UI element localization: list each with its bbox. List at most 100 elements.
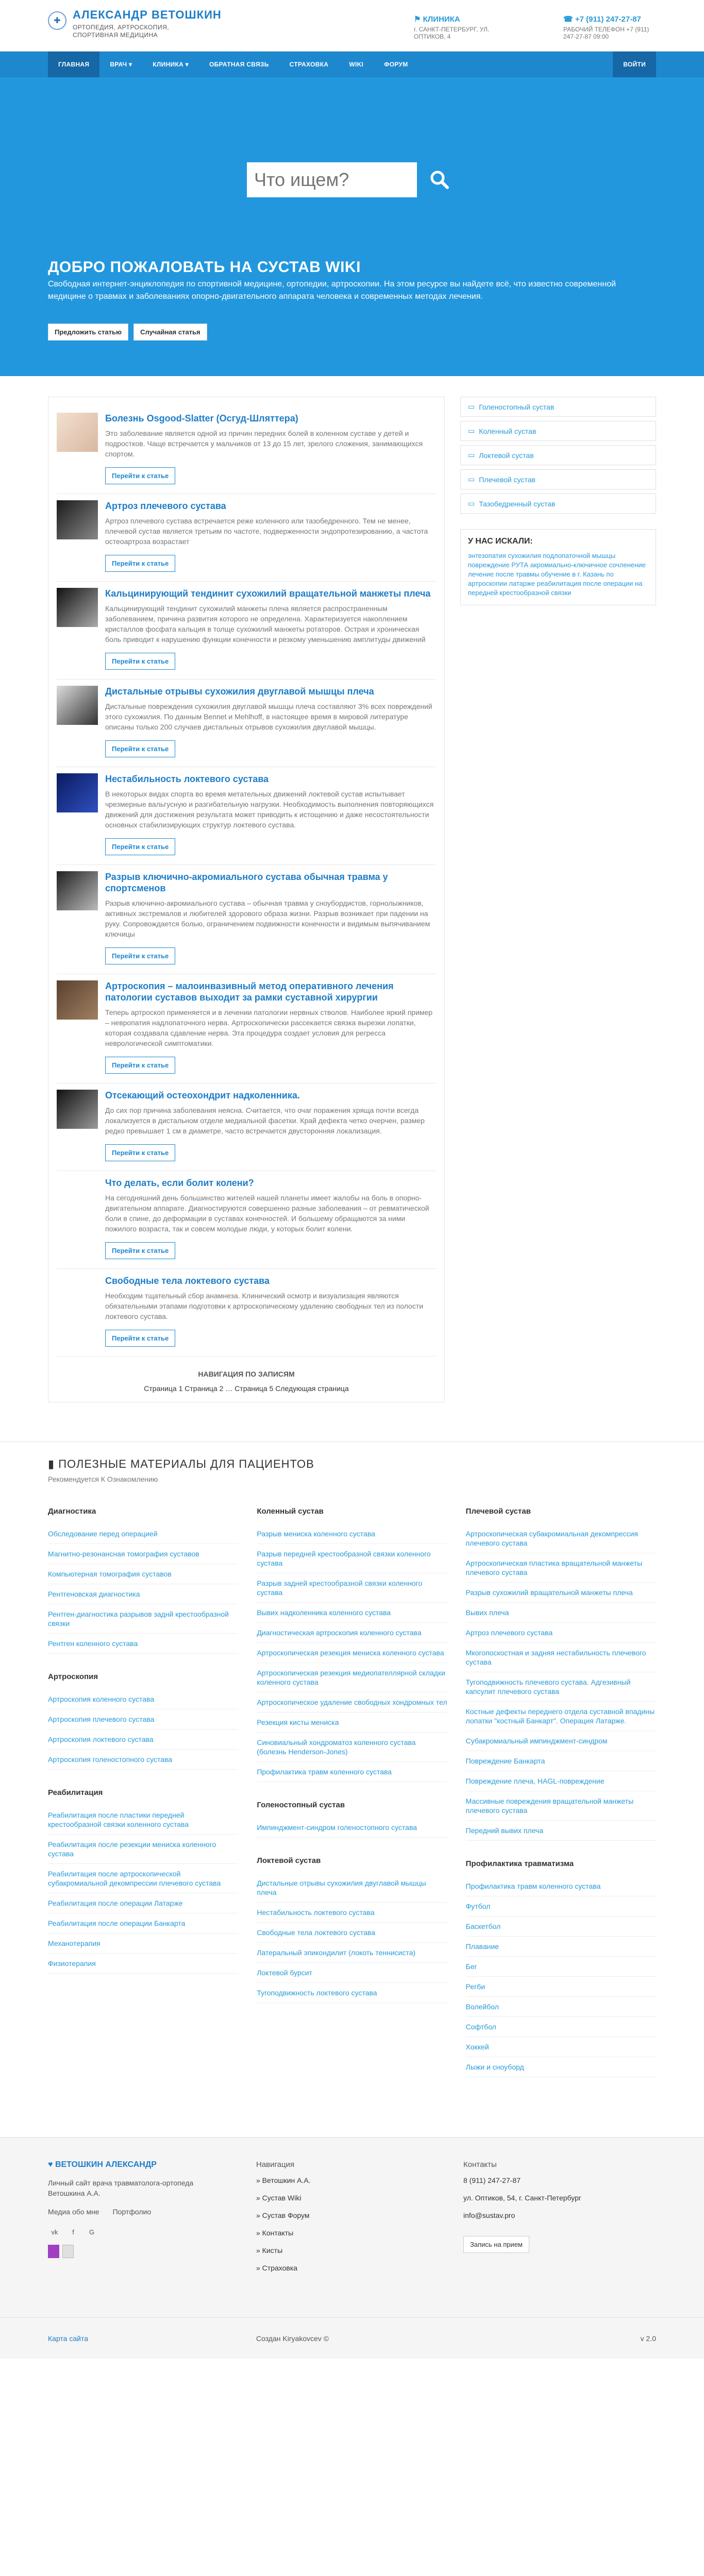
material-link[interactable]: Профилактика травм коленного сустава — [465, 1876, 656, 1896]
article-title[interactable]: Свободные тела локтевого сустава — [105, 1275, 436, 1286]
material-link[interactable]: Бег — [465, 1957, 656, 1977]
material-link[interactable]: Компьютерная томография суставов — [48, 1564, 239, 1584]
article-thumbnail[interactable] — [57, 1177, 98, 1216]
material-link[interactable]: Артроскопическая резекция медиопателлярн… — [257, 1663, 447, 1692]
read-article-button[interactable]: Перейти к статье — [105, 1057, 176, 1074]
material-link[interactable]: Импинджмент-синдром голеностопного суста… — [257, 1818, 447, 1838]
material-link[interactable]: Тугоподвижность локтевого сустава — [257, 1983, 447, 2003]
google-icon[interactable]: G — [85, 2225, 98, 2239]
material-link[interactable]: Хоккей — [465, 2037, 656, 2057]
read-article-button[interactable]: Перейти к статье — [105, 838, 176, 855]
material-link[interactable]: Массивные повреждения вращательной манже… — [465, 1791, 656, 1821]
material-link[interactable]: Синовиальный хондроматоз коленного суста… — [257, 1733, 447, 1762]
material-link[interactable]: Профилактика травм коленного сустава — [257, 1762, 447, 1782]
search-cloud-text[interactable]: энтезопатия сухожилия подлопаточной мышц… — [468, 551, 648, 598]
material-link[interactable]: Артроскопия коленного сустава — [48, 1689, 239, 1709]
article-title[interactable]: Отсекающий остеохондрит надколенника. — [105, 1090, 436, 1101]
pagination[interactable]: Страница 1 Страница 2 … Страница 5 Следу… — [57, 1384, 436, 1393]
material-link[interactable]: Вывих плеча — [465, 1603, 656, 1623]
sidebar-category[interactable]: ▭ Локтевой сустав — [460, 445, 656, 465]
read-article-button[interactable]: Перейти к статье — [105, 653, 176, 670]
read-article-button[interactable]: Перейти к статье — [105, 1144, 176, 1161]
material-link[interactable]: Баскетбол — [465, 1917, 656, 1937]
article-thumbnail[interactable] — [57, 588, 98, 627]
brand[interactable]: ✚ АЛЕКСАНДР ВЕТОШКИН ОРТОПЕДИЯ, АРТРОСКО… — [48, 8, 222, 39]
suggest-article-button[interactable]: Предложить статью — [48, 324, 129, 341]
nav-wiki[interactable]: WIKI — [339, 52, 374, 77]
material-link[interactable]: Рентген коленного сустава — [48, 1634, 239, 1654]
material-link[interactable]: Артроскопия локтевого сустава — [48, 1730, 239, 1750]
material-link[interactable]: Артроз плечевого сустава — [465, 1623, 656, 1643]
appointment-button[interactable]: Запись на прием — [463, 2236, 529, 2253]
sidebar-category[interactable]: ▭ Плечевой сустав — [460, 469, 656, 489]
read-article-button[interactable]: Перейти к статье — [105, 740, 176, 757]
material-link[interactable]: Костные дефекты переднего отдела суставн… — [465, 1702, 656, 1731]
sidebar-category[interactable]: ▭ Голеностопный сустав — [460, 397, 656, 417]
article-thumbnail[interactable] — [57, 500, 98, 539]
material-link[interactable]: Тугоподвижность плечевого сустава. Адгез… — [465, 1672, 656, 1702]
media-link[interactable]: Медиа обо мне — [48, 2207, 99, 2217]
material-link[interactable]: Футбол — [465, 1896, 656, 1917]
nav-insurance[interactable]: СТРАХОВКА — [279, 52, 339, 77]
nav-doctor[interactable]: ВРАЧ ▾ — [99, 52, 142, 77]
material-link[interactable]: Реабилитация после операции Банкарта — [48, 1913, 239, 1934]
material-link[interactable]: Реабилитация после операции Латарже — [48, 1893, 239, 1913]
article-title[interactable]: Болезнь Osgood-Slatter (Осгуд-Шляттера) — [105, 413, 436, 424]
article-thumbnail[interactable] — [57, 1090, 98, 1129]
material-link[interactable]: Диагностическая артроскопия коленного су… — [257, 1623, 447, 1643]
clinic-info[interactable]: ⚑ КЛИНИКА г. САНКТ-ПЕТЕРБУРГ, УЛ. ОПТИКО… — [414, 14, 522, 40]
material-link[interactable]: Свободные тела локтевого сустава — [257, 1923, 447, 1943]
material-link[interactable]: Разрыв передней крестообразной связки ко… — [257, 1544, 447, 1573]
material-link[interactable]: Артроскопическая резекция мениска коленн… — [257, 1643, 447, 1663]
material-link[interactable]: Дистальные отрывы сухожилия двуглавой мы… — [257, 1873, 447, 1903]
material-link[interactable]: Локтевой бурсит — [257, 1963, 447, 1983]
article-title[interactable]: Артроскопия – малоинвазивный метод опера… — [105, 980, 436, 1003]
read-article-button[interactable]: Перейти к статье — [105, 555, 176, 572]
article-title[interactable]: Дистальные отрывы сухожилия двуглавой мы… — [105, 686, 436, 697]
nav-clinic[interactable]: КЛИНИКА ▾ — [142, 52, 199, 77]
material-link[interactable]: Резекция кисты мениска — [257, 1713, 447, 1733]
sitemap-link[interactable]: Карта сайта — [48, 2334, 88, 2343]
article-title[interactable]: Артроз плечевого сустава — [105, 500, 436, 512]
footer-nav-link[interactable]: » Страховка — [256, 2264, 411, 2272]
footer-nav-link[interactable]: » Сустав Форум — [256, 2211, 411, 2219]
random-article-button[interactable]: Случайная статья — [133, 324, 207, 341]
material-link[interactable]: Артроскопия голеностопного сустава — [48, 1750, 239, 1770]
nav-feedback[interactable]: ОБРАТНАЯ СВЯЗЬ — [199, 52, 279, 77]
sidebar-category[interactable]: ▭ Тазобедренный сустав — [460, 494, 656, 514]
article-thumbnail[interactable] — [57, 773, 98, 812]
material-link[interactable]: Реабилитация после резекции мениска коле… — [48, 1835, 239, 1864]
material-link[interactable]: Артроскопическое удаление свободных хонд… — [257, 1692, 447, 1713]
article-thumbnail[interactable] — [57, 1275, 98, 1314]
material-link[interactable]: Обследование перед операцией — [48, 1524, 239, 1544]
footer-nav-link[interactable]: » Кисты — [256, 2246, 411, 2255]
nav-home[interactable]: ГЛАВНАЯ — [48, 52, 100, 77]
footer-phone[interactable]: 8 (911) 247-27-87 — [463, 2176, 618, 2184]
material-link[interactable]: Повреждение плеча, HAGL-повреждение — [465, 1771, 656, 1791]
footer-nav-link[interactable]: » Сустав Wiki — [256, 2194, 411, 2202]
material-link[interactable]: Субакромиальный импинджмент-синдром — [465, 1731, 656, 1751]
material-link[interactable]: Нестабильность локтевого сустава — [257, 1903, 447, 1923]
read-article-button[interactable]: Перейти к статье — [105, 1330, 176, 1347]
read-article-button[interactable]: Перейти к статье — [105, 467, 176, 484]
article-thumbnail[interactable] — [57, 980, 98, 1020]
material-link[interactable]: Вывих надколенника коленного сустава — [257, 1603, 447, 1623]
article-title[interactable]: Разрыв ключично-акромиального сустава об… — [105, 871, 436, 894]
read-article-button[interactable]: Перейти к статье — [105, 947, 176, 964]
article-thumbnail[interactable] — [57, 413, 98, 452]
nav-forum[interactable]: ФОРУМ — [374, 52, 418, 77]
search-button[interactable] — [422, 162, 457, 197]
read-article-button[interactable]: Перейти к статье — [105, 1242, 176, 1259]
phone-info[interactable]: ☎ +7 (911) 247-27-87 РАБОЧИЙ ТЕЛЕФОН +7 … — [563, 14, 656, 40]
login-button[interactable]: ВОЙТИ — [613, 52, 656, 77]
article-thumbnail[interactable] — [57, 871, 98, 910]
material-link[interactable]: Рентген-диагностика разрывов заднй крест… — [48, 1604, 239, 1634]
material-link[interactable]: Регби — [465, 1977, 656, 1997]
search-input[interactable] — [247, 162, 417, 197]
material-link[interactable]: Механотерапия — [48, 1934, 239, 1954]
material-link[interactable]: Реабилитация после пластики передней кре… — [48, 1805, 239, 1835]
footer-nav-link[interactable]: » Ветошкин А.А. — [256, 2176, 411, 2184]
sidebar-category[interactable]: ▭ Коленный сустав — [460, 421, 656, 441]
material-link[interactable]: Лыжи и сноуборд — [465, 2057, 656, 2077]
vk-icon[interactable]: vk — [48, 2225, 61, 2239]
